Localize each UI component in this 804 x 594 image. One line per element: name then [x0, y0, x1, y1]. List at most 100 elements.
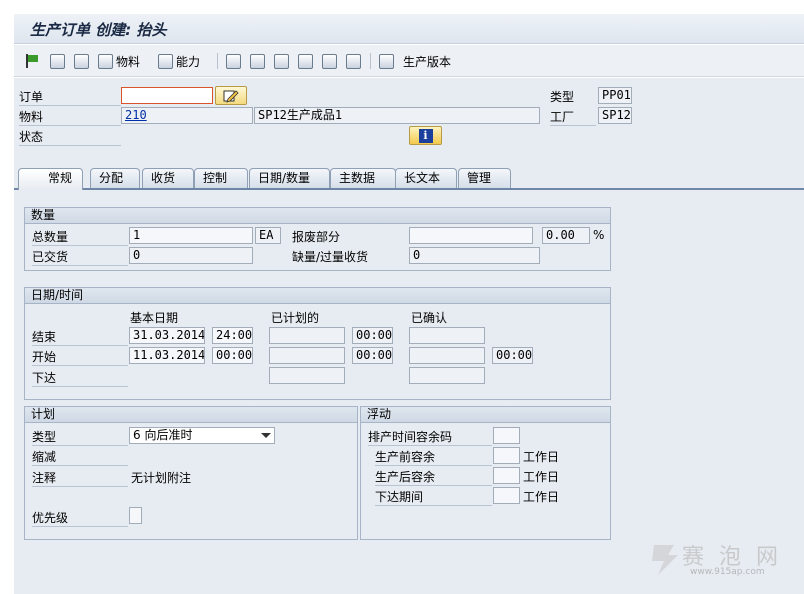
tab-general[interactable]: 常规 — [18, 168, 83, 190]
calculator-button[interactable] — [74, 52, 89, 70]
release-period-unit: 工作日 — [523, 490, 560, 504]
operations-button[interactable] — [226, 52, 241, 70]
order-input[interactable] — [121, 87, 213, 104]
order-label: 订单 — [19, 88, 121, 106]
tab-administration[interactable]: 管理 — [458, 168, 511, 189]
batch-icon — [346, 53, 361, 69]
planning-group-title: 计划 — [25, 407, 357, 423]
flag-icon — [24, 53, 40, 69]
production-version-button[interactable]: 生产版本 — [379, 52, 451, 70]
start-time-field[interactable]: 00:00 — [212, 347, 253, 364]
release-confirmed-date — [409, 367, 485, 384]
capacity-button-label: 能力 — [176, 54, 201, 69]
components-icon — [250, 53, 265, 69]
structure-icon — [298, 53, 313, 69]
capacity-icon — [158, 53, 173, 69]
priority-field[interactable] — [129, 507, 142, 524]
quantity-group-title: 数量 — [25, 208, 610, 224]
start-confirmed-time: 00:00 — [492, 347, 533, 364]
toolbar-separator — [370, 53, 371, 69]
release-period-label: 下达期间 — [375, 488, 492, 506]
sched-margin-field[interactable] — [493, 427, 520, 444]
sched-margin-label: 排产时间容余码 — [368, 428, 492, 446]
capacity-button[interactable]: 能力 — [158, 52, 200, 70]
documents-button[interactable] — [322, 52, 337, 70]
delivered-field: 0 — [129, 247, 253, 264]
basic-dates-header: 基本日期 — [130, 311, 179, 325]
end-scheduled-time: 00:00 — [352, 327, 393, 344]
production-version-label: 生产版本 — [403, 54, 452, 69]
note-label: 注释 — [32, 469, 128, 487]
window-title: 生产订单 创建: 抬头 — [30, 21, 167, 39]
info-button[interactable]: i — [409, 126, 442, 145]
end-time-field[interactable]: 24:00 — [212, 327, 253, 344]
priority-label: 优先级 — [32, 509, 128, 527]
check-button[interactable] — [50, 52, 65, 70]
tab-long-text[interactable]: 长文本 — [395, 168, 457, 189]
float-after-field[interactable] — [493, 467, 520, 484]
material-label: 物料 — [19, 108, 121, 126]
hierarchy-icon — [226, 53, 241, 69]
float-group-title: 浮动 — [361, 407, 610, 423]
tab-master-data[interactable]: 主数据 — [330, 168, 396, 189]
note-value: 无计划附注 — [131, 471, 192, 485]
sequences-button[interactable] — [274, 52, 289, 70]
shortage-label: 缺量/过量收货 — [292, 250, 369, 264]
planning-type-label: 类型 — [32, 428, 128, 446]
status-label: 状态 — [19, 128, 121, 146]
scrap-label: 报废部分 — [292, 230, 341, 244]
confirmed-header: 已确认 — [411, 311, 448, 325]
info-icon: i — [418, 128, 433, 143]
sequence-icon — [274, 53, 289, 69]
total-quantity-label: 总数量 — [32, 228, 128, 246]
delivered-label: 已交货 — [32, 248, 128, 266]
shortage-field: 0 — [409, 247, 540, 264]
watermark-logo-icon — [652, 545, 678, 575]
planning-type-value: 6 向后准时 — [133, 428, 193, 442]
documents-icon — [322, 53, 337, 69]
scrap-field[interactable] — [409, 227, 533, 244]
grid-icon — [379, 53, 394, 69]
end-confirmed-date — [409, 327, 485, 344]
tab-control[interactable]: 控制 — [194, 168, 248, 189]
start-scheduled-time: 00:00 — [352, 347, 393, 364]
toolbar-separator — [217, 53, 218, 69]
start-date-field[interactable]: 11.03.2014 — [129, 347, 205, 364]
material-field[interactable]: 210 — [121, 107, 253, 124]
edit-button[interactable] — [215, 86, 247, 105]
end-scheduled-date — [269, 327, 345, 344]
scrap-percent-field: 0.00 — [542, 227, 590, 244]
start-scheduled-date — [269, 347, 345, 364]
release-scheduled-date — [269, 367, 345, 384]
total-quantity-field[interactable]: 1 — [129, 227, 253, 244]
plant-label: 工厂 — [550, 108, 596, 126]
end-date-field[interactable]: 31.03.2014 — [129, 327, 205, 344]
flag-button[interactable] — [24, 52, 40, 70]
plant-field: SP12 — [598, 107, 632, 124]
chevron-down-icon — [261, 433, 271, 438]
release-period-field[interactable] — [493, 487, 520, 504]
reduction-label: 缩减 — [32, 448, 128, 466]
float-before-unit: 工作日 — [523, 450, 560, 464]
tab-dates-quantities[interactable]: 日期/数量 — [249, 168, 330, 189]
start-label: 开始 — [32, 348, 128, 366]
application-toolbar: 物料 能力 生产版本 — [14, 45, 804, 77]
material-description: SP12生产成品1 — [254, 107, 540, 124]
components-button[interactable] — [250, 52, 265, 70]
tab-assignment[interactable]: 分配 — [90, 168, 140, 189]
pencil-icon — [223, 89, 239, 103]
release-label: 下达 — [32, 369, 128, 387]
end-label: 结束 — [32, 328, 128, 346]
batch-button[interactable] — [346, 52, 361, 70]
title-bar: 生产订单 创建: 抬头 — [14, 14, 804, 44]
planning-type-dropdown[interactable]: 6 向后准时 — [129, 427, 275, 444]
material-button[interactable]: 物料 — [98, 52, 140, 70]
float-before-field[interactable] — [493, 447, 520, 464]
float-after-label: 生产后容余 — [375, 468, 492, 486]
float-before-label: 生产前容余 — [375, 448, 492, 466]
structure-button[interactable] — [298, 52, 313, 70]
tab-goods-receipt[interactable]: 收货 — [142, 168, 194, 189]
check-document-icon — [50, 53, 65, 69]
float-after-unit: 工作日 — [523, 470, 560, 484]
tab-underline — [14, 188, 804, 190]
